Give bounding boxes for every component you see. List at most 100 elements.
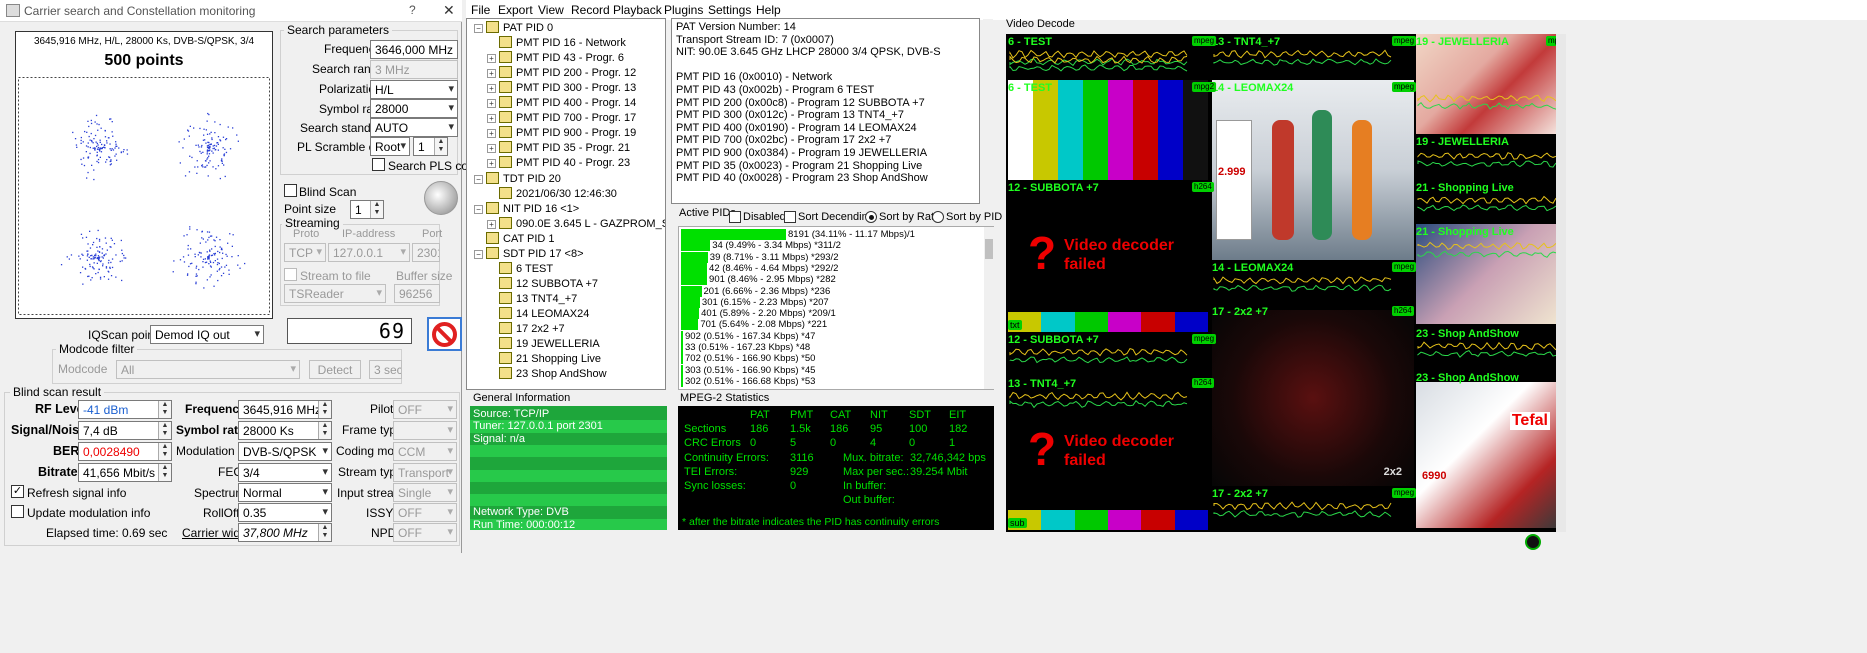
tree-item[interactable]: PMT PID 16 - Network <box>487 36 626 51</box>
collapse-icon[interactable]: − <box>474 204 483 214</box>
menu-file[interactable]: File <box>471 3 490 17</box>
tree-item[interactable]: + PMT PID 700 - Progr. 17 <box>487 111 636 126</box>
expand-icon[interactable]: + <box>487 54 496 64</box>
pl-scramble-number[interactable]: 1 ▲ ▼ <box>413 137 448 156</box>
iqscan-select[interactable]: Demod IQ out <box>150 325 264 344</box>
buffer-size-input[interactable]: 96256 <box>394 284 440 303</box>
tree-item[interactable]: 21 Shopping Live <box>487 352 601 367</box>
signal-icon-button[interactable] <box>424 181 458 215</box>
help-button[interactable]: ? <box>409 3 416 17</box>
constellation-point <box>222 272 225 274</box>
expand-icon[interactable]: + <box>487 219 496 229</box>
search-standard-select[interactable]: AUTO <box>370 118 458 137</box>
blind-scan-checkbox[interactable] <box>284 184 297 197</box>
spectrum-select[interactable]: Normal <box>238 483 332 502</box>
sort-descending-checkbox[interactable] <box>784 211 796 223</box>
tsreader-select[interactable]: TSReader <box>284 284 386 303</box>
tree-item[interactable]: − SDT PID 17 <8> <box>474 246 584 262</box>
symbol-rate-select[interactable]: 28000 <box>370 99 458 118</box>
tree-item[interactable]: + PMT PID 300 - Progr. 13 <box>487 81 636 96</box>
spin-arrows-icon[interactable]: ▲ ▼ <box>370 201 383 218</box>
pl-scramble-select[interactable]: Root <box>370 137 410 156</box>
refresh-signal-checkbox[interactable]: ✓ <box>11 485 24 498</box>
constellation-point <box>211 137 213 139</box>
input-stream-select[interactable]: Single <box>393 483 457 502</box>
expand-icon[interactable]: + <box>487 84 496 94</box>
detect-button[interactable]: Detect <box>309 360 361 379</box>
tree-item[interactable]: − PAT PID 0 <box>474 21 553 36</box>
stream-type-select[interactable]: Transport <box>393 463 457 482</box>
search-pls-checkbox[interactable] <box>372 158 385 171</box>
tree-item[interactable]: 2021/06/30 12:46:30 <box>487 186 617 202</box>
tree-item[interactable]: 23 Shop AndShow <box>487 367 607 382</box>
menu-settings[interactable]: Settings <box>708 3 751 17</box>
expand-icon[interactable]: + <box>487 129 496 139</box>
frequency-input[interactable]: 3646,000 MHz <box>370 40 458 59</box>
menu-export[interactable]: Export <box>498 3 533 17</box>
tree-item[interactable]: + PMT PID 43 - Progr. 6 <box>487 51 624 66</box>
expand-icon[interactable]: + <box>487 69 496 79</box>
collapse-icon[interactable]: − <box>474 24 483 33</box>
modulation-select[interactable]: DVB-S/QPSK <box>238 442 332 461</box>
proto-select[interactable]: TCP <box>284 243 326 262</box>
npd-select[interactable]: OFF <box>393 523 457 542</box>
constellation-point <box>199 242 201 244</box>
sort-by-pid-radio[interactable] <box>932 211 944 223</box>
menu-view[interactable]: View <box>538 3 564 17</box>
tree-item[interactable]: − NIT PID 16 <1> <box>474 201 579 217</box>
video-scrollbar[interactable] <box>1556 34 1566 532</box>
search-range-input[interactable]: 3 MHz <box>370 60 458 79</box>
stop-button[interactable] <box>427 317 462 351</box>
close-button[interactable]: ✕ <box>443 2 455 19</box>
update-modulation-checkbox[interactable] <box>11 505 24 518</box>
tree-item[interactable]: − TDT PID 20 <box>474 171 561 187</box>
tree-item[interactable]: + PMT PID 40 - Progr. 23 <box>487 156 630 171</box>
modcode-select[interactable]: All <box>116 360 300 379</box>
pid-row[interactable]: 302 (0.51% - 166.68 Kbps) *53 <box>685 375 815 388</box>
menu-plugins[interactable]: Plugins <box>664 3 703 17</box>
expand-icon[interactable]: + <box>487 159 496 169</box>
rolloff-select[interactable]: 0.35 <box>238 503 332 522</box>
frame-type-select[interactable] <box>393 421 457 440</box>
tree-item[interactable]: 17 2x2 +7 <box>487 322 565 337</box>
menu-playback[interactable]: Playback <box>613 3 662 17</box>
ip-select[interactable]: 127.0.0.1 <box>328 243 410 262</box>
tree-item[interactable]: + PMT PID 400 - Progr. 14 <box>487 96 636 111</box>
tree-item[interactable]: 6 TEST <box>487 261 553 277</box>
fec-select[interactable]: 3/4 <box>238 463 332 482</box>
port-input[interactable]: 2301 <box>412 243 440 262</box>
info-scrollbar[interactable] <box>983 19 993 204</box>
polarization-select[interactable]: H/L <box>370 80 458 99</box>
coding-mode-select[interactable]: CCM <box>393 442 457 461</box>
constellation-point <box>198 268 200 271</box>
menu-record[interactable]: Record <box>571 3 610 17</box>
tree-item[interactable]: +090.0E 3.645 L - GAZPROM_SS <box>487 216 665 232</box>
expand-icon[interactable]: + <box>487 144 496 154</box>
disabled-checkbox[interactable] <box>729 211 741 223</box>
collapse-icon[interactable]: − <box>474 174 483 184</box>
sort-by-rate-radio[interactable] <box>865 211 877 223</box>
expand-icon[interactable]: + <box>487 114 496 124</box>
point-size-input[interactable]: 1 ▲ ▼ <box>350 200 384 219</box>
issyi-select[interactable]: OFF <box>393 503 457 522</box>
scroll-thumb[interactable] <box>985 239 993 259</box>
tree-item[interactable]: + PMT PID 200 - Progr. 12 <box>487 66 636 81</box>
tree-item[interactable]: + PMT PID 35 - Progr. 21 <box>487 141 630 156</box>
footnote: * after the bitrate indicates the PID ha… <box>682 516 940 528</box>
seconds-input[interactable]: 3 sec <box>369 360 402 379</box>
spin-arrows-icon[interactable]: ▲ ▼ <box>434 138 447 155</box>
collapse-icon[interactable]: − <box>474 249 483 259</box>
active-pids-list[interactable]: 8191 (34.11% - 11.17 Mbps)/1 34 (9.49% - … <box>678 226 994 390</box>
constellation-point <box>104 146 106 149</box>
tree-item[interactable]: 12 SUBBOTA +7 <box>487 276 598 292</box>
tree-item[interactable]: CAT PID 1 <box>474 231 555 247</box>
tree-item[interactable]: 14 LEOMAX24 <box>487 306 589 322</box>
pilot-select[interactable]: OFF <box>393 400 457 419</box>
menu-help[interactable]: Help <box>756 3 781 17</box>
tree-item[interactable]: 13 TNT4_+7 <box>487 291 577 307</box>
expand-icon[interactable]: + <box>487 99 496 109</box>
pid-list-scrollbar[interactable] <box>984 227 994 389</box>
tree-item[interactable]: + PMT PID 900 - Progr. 19 <box>487 126 636 141</box>
tree-item[interactable]: 19 JEWELLERIA <box>487 337 600 352</box>
stream-to-file-checkbox[interactable] <box>284 268 297 281</box>
